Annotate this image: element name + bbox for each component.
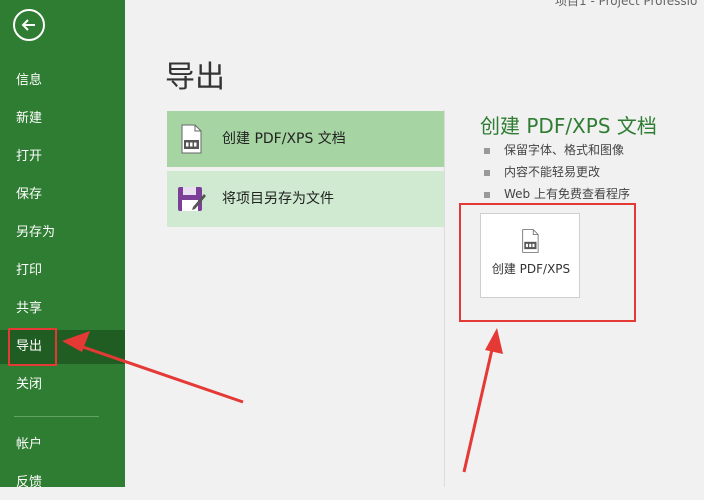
arrow-to-create	[462, 328, 503, 473]
annotation-arrows	[62, 328, 503, 473]
arrow-to-export	[62, 331, 244, 404]
